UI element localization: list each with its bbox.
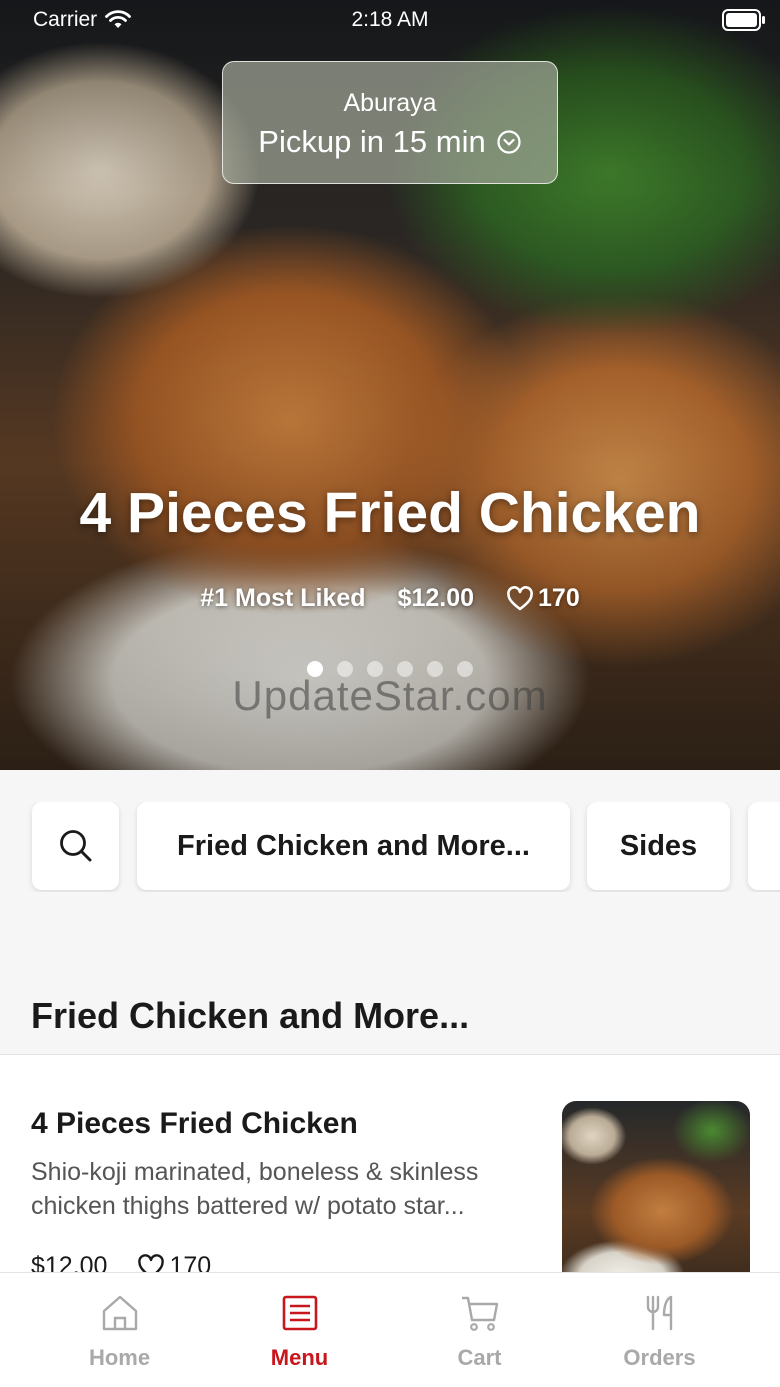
tab-orders-label: Orders (623, 1345, 696, 1370)
pickup-time: Pickup in 15 min (223, 124, 557, 160)
menu-icon (282, 1295, 318, 1331)
tab-menu-label: Menu (270, 1345, 329, 1370)
tab-bar: Home Menu Cart Orders (0, 1272, 780, 1387)
watermark: UpdateStar.com (232, 672, 548, 719)
tab-cart[interactable]: Cart (382, 1273, 577, 1387)
hero-banner[interactable]: Carrier 2:18 AM Aburaya Pickup in 15 min… (0, 0, 780, 770)
menu-item-card[interactable]: 4 Pieces Fried Chicken Shio-koji marinat… (0, 1055, 780, 1287)
battery-icon (722, 9, 765, 31)
cart-icon (462, 1296, 499, 1331)
search-button[interactable] (32, 802, 119, 890)
tab-cart-label: Cart (457, 1345, 502, 1370)
tab-menu[interactable]: Menu (202, 1273, 397, 1387)
heart-icon (507, 585, 533, 610)
pickup-selector[interactable]: Aburaya Pickup in 15 min (222, 61, 558, 184)
menu-item-image (562, 1101, 750, 1287)
hero-price: $12.00 (397, 584, 475, 612)
status-bar: Carrier 2:18 AM (0, 0, 780, 40)
hero-title: 4 Pieces Fried Chicken (79, 481, 701, 545)
hero-badge: #1 Most Liked (200, 584, 366, 612)
chevron-down-circle-icon (497, 130, 521, 154)
hero-likes: 170 (506, 584, 580, 613)
status-time: 2:18 AM (351, 8, 429, 31)
category-bar: Fried Chicken and More... Sides (0, 802, 780, 892)
menu-item-name: 4 Pieces Fried Chicken (31, 1107, 358, 1140)
store-name: Aburaya (343, 89, 437, 117)
category-chip-next[interactable] (748, 802, 780, 890)
search-icon (59, 830, 91, 862)
menu-item-description: Shio-koji marinated, boneless & skinless… (31, 1158, 479, 1220)
section-title: Fried Chicken and More... (31, 995, 470, 1036)
fork-knife-icon (646, 1295, 673, 1331)
tab-home[interactable]: Home (22, 1273, 217, 1387)
hero-meta: #1 Most Liked $12.00 170 (0, 584, 780, 613)
tab-home-label: Home (88, 1345, 151, 1370)
category-chip-fried-chicken[interactable]: Fried Chicken and More... (137, 802, 570, 890)
tab-orders[interactable]: Orders (562, 1273, 757, 1387)
home-icon (102, 1295, 138, 1331)
category-chip-sides[interactable]: Sides (587, 802, 730, 890)
